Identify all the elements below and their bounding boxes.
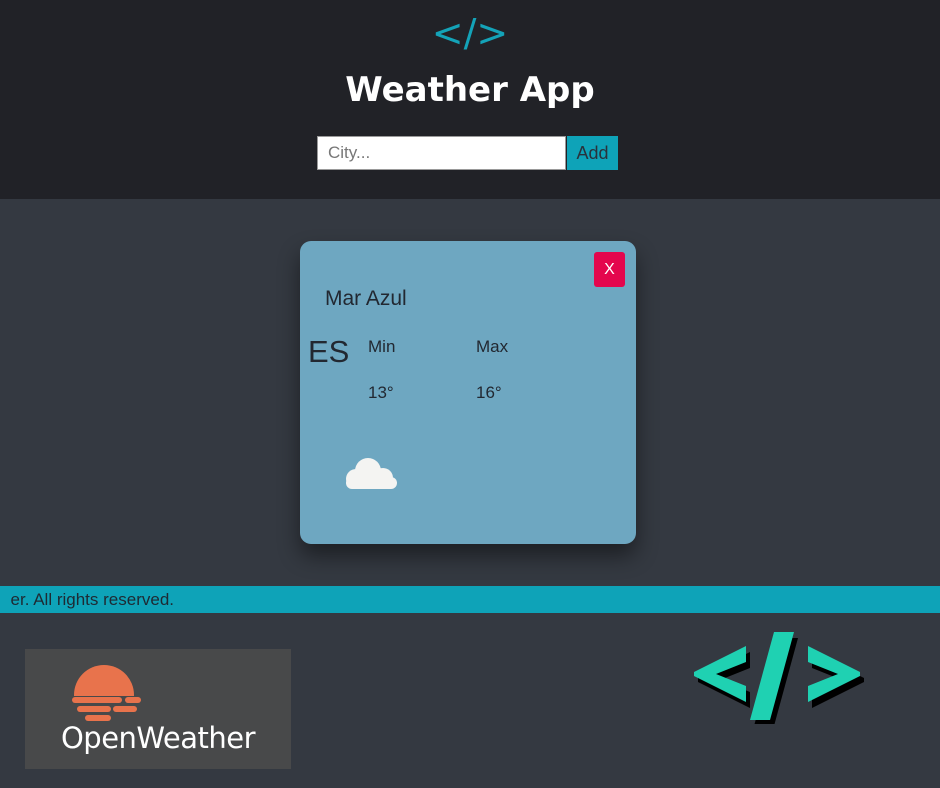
openweather-wordmark: OpenWeather [60, 721, 256, 755]
min-label: Min [368, 337, 396, 356]
close-card-button[interactable]: X [594, 252, 625, 287]
max-temperature: 16° [476, 383, 502, 402]
country-code: ES [308, 334, 350, 369]
weather-card: X Mar Azul ES Min Max 13° 16° [300, 241, 636, 544]
app-title: Weather App [345, 70, 595, 110]
city-name: Mar Azul [325, 287, 407, 310]
cloud-icon [346, 458, 397, 489]
header: </> Weather App Add [0, 0, 940, 199]
city-search-input[interactable] [317, 136, 566, 170]
sun-icon [72, 665, 141, 721]
code-logo-icon: </> [431, 11, 509, 55]
footer-bar: er. All rights reserved. [0, 586, 940, 613]
code-brackets-icon [694, 632, 864, 724]
openweather-logo: OpenWeather [25, 649, 291, 769]
min-temperature: 13° [368, 383, 394, 402]
add-button[interactable]: Add [567, 136, 618, 170]
footer-copyright: er. All rights reserved. [10, 590, 174, 609]
max-label: Max [476, 337, 509, 356]
